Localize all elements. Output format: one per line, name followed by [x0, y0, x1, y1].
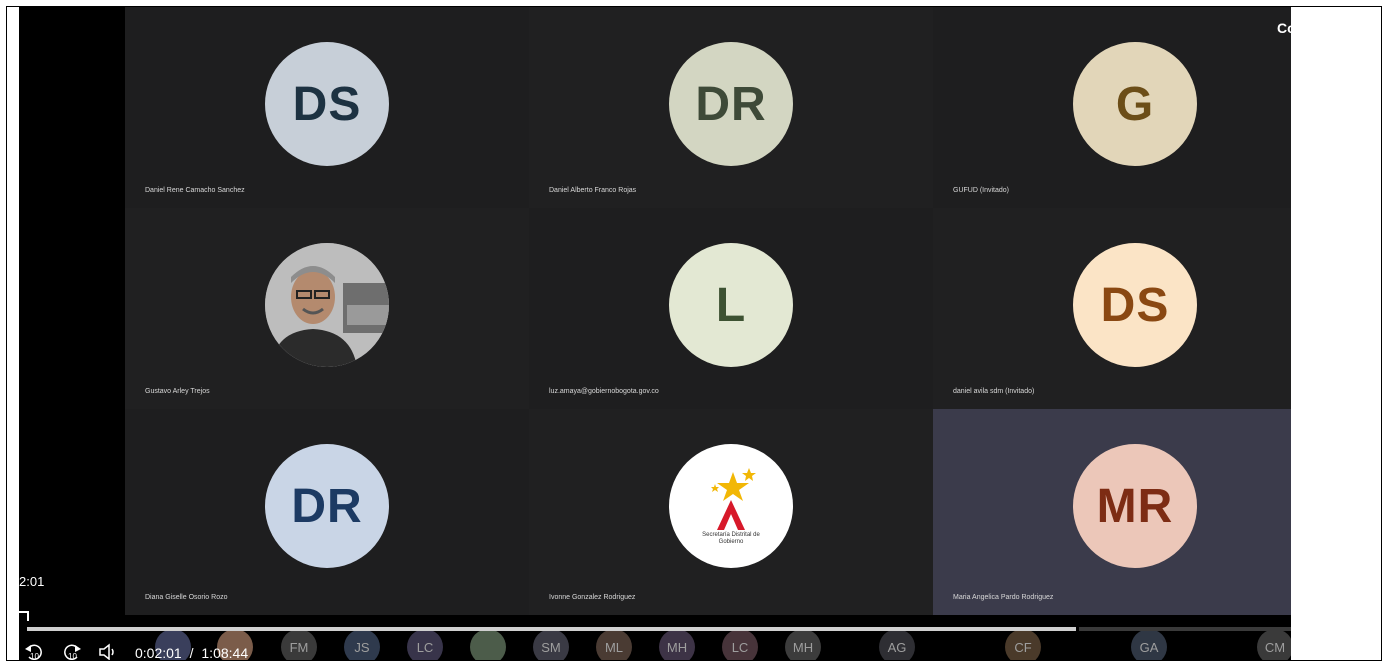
participant-name: Diana Giselle Osorio Rozo	[145, 594, 228, 601]
participant-tile: DS daniel avila sdm (Invitado)	[933, 208, 1291, 409]
participant-tile: Secretaría Distrital de Gobierno Ivonne …	[529, 409, 933, 615]
participant-name: Maria Angelica Pardo Rodriguez	[953, 594, 1054, 601]
logo-caption: Secretaría Distrital de Gobierno	[702, 532, 760, 545]
participant-tile-active: MR Maria Angelica Pardo Rodriguez	[933, 409, 1291, 615]
avatar-logo: Secretaría Distrital de Gobierno	[669, 444, 793, 568]
progress-track[interactable]	[1079, 627, 1291, 631]
progress-bar[interactable]	[27, 627, 1076, 631]
time-readout: 0:02:01 / 1:08:44	[135, 645, 249, 661]
participant-name: Ivonne Gonzalez Rodriguez	[549, 594, 636, 601]
participant-name: GUFUD (Invitado)	[953, 187, 1010, 194]
participant-name: daniel avila sdm (Invitado)	[953, 388, 1035, 395]
participant-bubble: CF	[1005, 629, 1041, 660]
avatar: DS	[265, 42, 389, 166]
participant-grid: DS Daniel Rene Camacho Sanchez DR Daniel…	[125, 7, 1291, 615]
participant-bubble: MH	[659, 629, 695, 660]
corner-label: Co	[1277, 20, 1291, 36]
participant-bubble: LC	[407, 629, 443, 660]
avatar: DR	[265, 444, 389, 568]
participant-bubble: FM	[281, 629, 317, 660]
participant-name: Daniel Rene Camacho Sanchez	[145, 187, 245, 194]
participant-bubble: JS	[344, 629, 380, 660]
participant-bubble: SM	[533, 629, 569, 660]
star-logo-icon	[711, 468, 756, 530]
participant-tile: DS Daniel Rene Camacho Sanchez	[125, 7, 529, 208]
avatar: MR	[1073, 444, 1197, 568]
avatar: DS	[1073, 243, 1197, 367]
forward-10-button[interactable]: 10	[61, 641, 81, 660]
participant-tile: G GUFUD (Invitado)	[933, 7, 1291, 208]
participant-bubble: MH	[785, 629, 821, 660]
avatar: G	[1073, 42, 1197, 166]
participant-bubble: ML	[596, 629, 632, 660]
rewind-10-button[interactable]: 10	[23, 641, 42, 660]
current-time: 0:02:01	[135, 645, 182, 661]
participant-tile: DR Diana Giselle Osorio Rozo	[125, 409, 529, 615]
participant-name: Daniel Alberto Franco Rojas	[549, 187, 637, 194]
participant-bubble: AG	[879, 629, 915, 660]
participant-bubble: GA	[1131, 629, 1167, 660]
avatar: DR	[669, 42, 793, 166]
timestamp-overlay: 2:01	[19, 574, 45, 589]
time-separator: /	[189, 645, 194, 661]
participant-bubble	[470, 629, 506, 660]
volume-icon	[99, 643, 114, 660]
avatar: L	[669, 243, 793, 367]
screenshot-frame: DS Daniel Rene Camacho Sanchez DR Daniel…	[6, 6, 1382, 661]
video-player[interactable]: DS Daniel Rene Camacho Sanchez DR Daniel…	[19, 7, 1291, 661]
volume-button[interactable]	[97, 641, 119, 660]
total-time: 1:08:44	[201, 645, 249, 661]
participant-tile: DR Daniel Alberto Franco Rojas	[529, 7, 933, 208]
participant-name: Gustavo Arley Trejos	[145, 388, 210, 395]
participant-bubble: CM	[1257, 629, 1291, 660]
participant-tile: Gustavo Arley Trejos	[125, 208, 529, 409]
participant-bubble: LC	[722, 629, 758, 660]
participant-tile: L luz.amaya@gobiernobogota.gov.co	[529, 208, 933, 409]
avatar-photo	[265, 243, 389, 367]
participant-name: luz.amaya@gobiernobogota.gov.co	[549, 388, 659, 395]
person-photo-icon	[265, 243, 389, 367]
